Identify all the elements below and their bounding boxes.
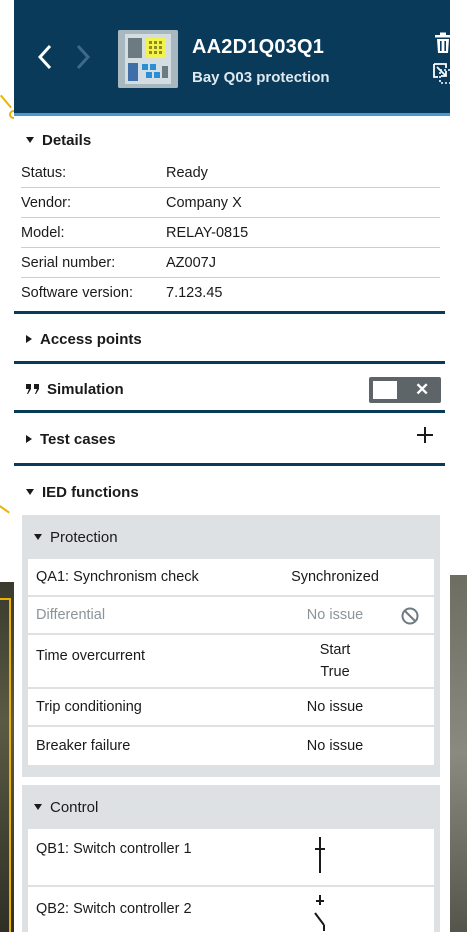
function-name: QA1: Synchronism check (36, 569, 199, 585)
function-name: Breaker failure (36, 738, 131, 754)
section-test-cases-label: Test cases (40, 430, 116, 448)
collapse-triangle-icon (34, 534, 42, 540)
trash-icon[interactable] (433, 32, 450, 54)
close-icon: ✕ (415, 380, 430, 399)
protection-group-label: Protection (50, 528, 118, 546)
control-name: QB2: Switch controller 2 (36, 901, 192, 917)
section-ied-functions-label: IED functions (42, 483, 139, 501)
function-name: Differential (36, 607, 106, 623)
function-row-synchronism-check[interactable]: QA1: Synchronism check Synchronized (28, 559, 434, 595)
expand-triangle-icon (26, 335, 32, 343)
details-value: AZ007J (166, 254, 216, 271)
forward-arrow-icon[interactable] (72, 40, 94, 74)
section-ied-functions-header[interactable]: IED functions (14, 469, 444, 515)
section-test-cases-header[interactable]: Test cases (14, 416, 444, 462)
details-key: Status: (21, 164, 67, 181)
control-row-qb2[interactable]: QB2: Switch controller 2 (28, 887, 434, 932)
expand-triangle-icon (26, 435, 32, 443)
control-name: QB1: Switch controller 1 (36, 841, 192, 857)
protection-group: Protection QA1: Synchronism check Synchr… (22, 515, 440, 777)
switch-closed-icon[interactable] (314, 837, 326, 873)
collapse-triangle-icon (34, 804, 42, 810)
toggle-knob (373, 381, 397, 399)
section-access-points-label: Access points (40, 330, 142, 348)
control-row-qb1[interactable]: QB1: Switch controller 1 (28, 829, 434, 885)
function-status-line1: Start (319, 642, 351, 658)
section-access-points-header[interactable]: Access points (14, 316, 444, 362)
details-value: 7.123.45 (166, 285, 223, 301)
device-title: AA2D1Q03Q1 (192, 36, 325, 58)
blocked-icon[interactable] (401, 607, 419, 625)
details-key: Vendor: (21, 194, 71, 211)
background-photo-right (450, 575, 467, 932)
switch-open-icon[interactable] (312, 895, 328, 931)
simulation-quote-icon (26, 384, 39, 394)
export-icon[interactable] (432, 62, 450, 86)
control-group-label: Control (50, 798, 99, 816)
device-subtitle: Bay Q03 protection (192, 69, 330, 86)
section-details-header[interactable]: Details (14, 117, 444, 163)
function-row-breaker-failure[interactable]: Breaker failure No issue (28, 727, 434, 765)
section-simulation-label: Simulation (47, 380, 124, 398)
add-test-case-icon[interactable] (417, 427, 433, 443)
details-key: Software version: (21, 285, 134, 301)
section-divider (14, 361, 445, 364)
simulation-toggle[interactable]: ✕ (369, 377, 441, 403)
details-key: Serial number: (21, 254, 116, 271)
control-group-header[interactable]: Control (22, 785, 440, 829)
section-divider (14, 311, 445, 314)
function-name: Trip conditioning (36, 699, 142, 715)
function-status: No issue (306, 738, 364, 754)
details-row-serial: Serial number: AZ007J (21, 248, 440, 278)
header-accent-bar (14, 113, 450, 116)
details-value: Company X (166, 194, 242, 211)
function-status: No issue (306, 607, 364, 623)
ied-detail-panel: AA2D1Q03Q1 Bay Q03 protection Details St… (14, 0, 450, 932)
protection-group-header[interactable]: Protection (22, 515, 440, 559)
details-row-status: Status: Ready (21, 158, 440, 188)
function-row-trip-conditioning[interactable]: Trip conditioning No issue (28, 689, 434, 725)
function-row-differential[interactable]: Differential No issue (28, 597, 434, 633)
section-divider (14, 463, 445, 466)
function-name: Time overcurrent (36, 648, 146, 664)
background-highlight-frame (0, 598, 11, 932)
control-group: Control QB1: Switch controller 1 QB2: Sw… (22, 785, 440, 932)
collapse-triangle-icon (26, 137, 34, 143)
details-value: RELAY-0815 (166, 224, 249, 241)
details-value: Ready (166, 164, 208, 181)
details-row-model: Model: RELAY-0815 (21, 218, 440, 248)
section-details-label: Details (42, 131, 92, 149)
function-status: No issue (306, 699, 364, 715)
function-status-line2: True (320, 664, 350, 680)
function-status: Synchronized (291, 569, 379, 585)
details-key: Model: (21, 224, 65, 241)
section-divider (14, 410, 445, 413)
panel-header: AA2D1Q03Q1 Bay Q03 protection (14, 0, 450, 113)
function-row-time-overcurrent[interactable]: Time overcurrent Start True (28, 635, 434, 687)
back-arrow-icon[interactable] (34, 40, 56, 74)
ied-device-icon (118, 30, 178, 88)
collapse-triangle-icon (26, 489, 34, 495)
details-row-vendor: Vendor: Company X (21, 188, 440, 218)
details-row-software: Software version: 7.123.45 (21, 278, 440, 308)
